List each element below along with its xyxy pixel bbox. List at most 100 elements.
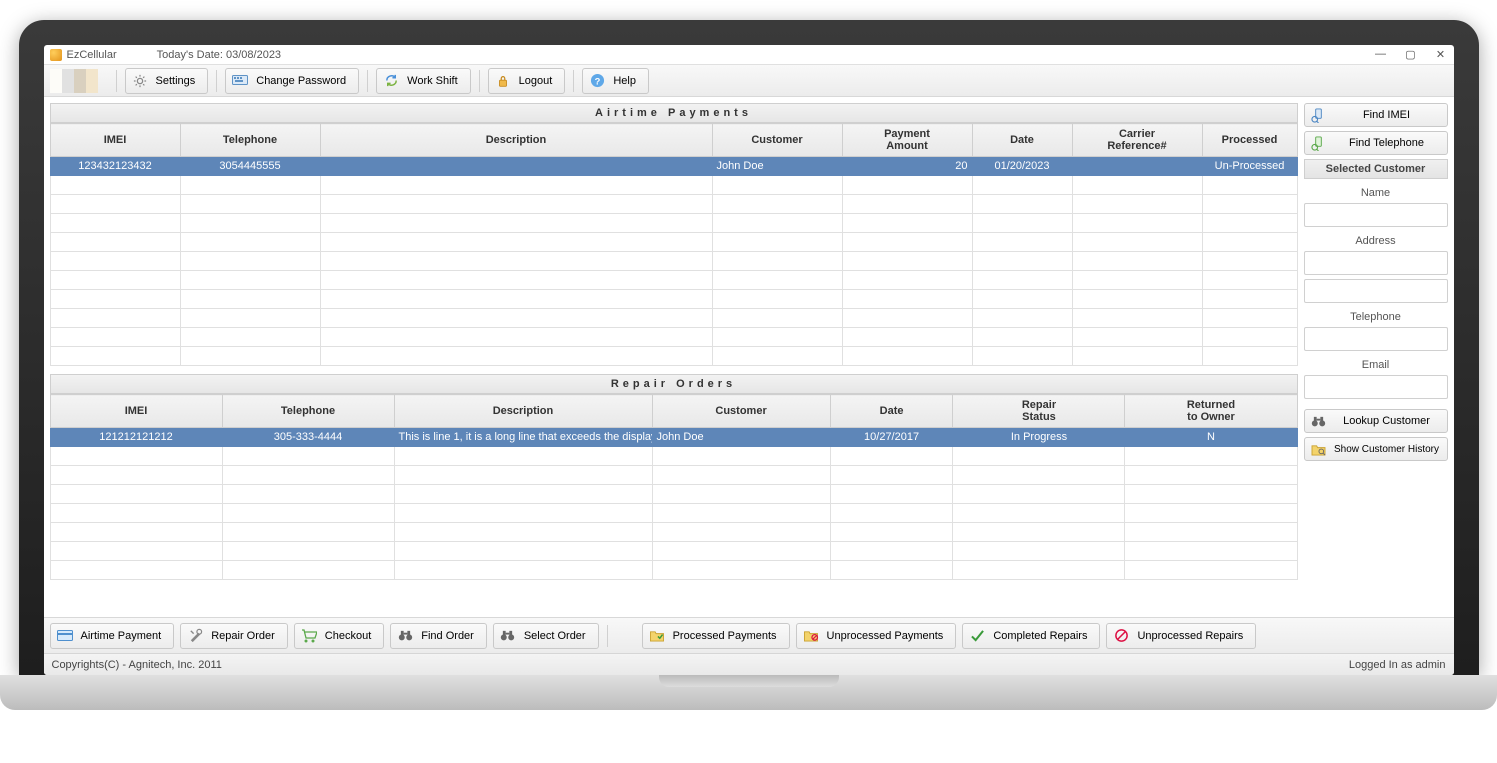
airtime-table[interactable]: IMEI Telephone Description Customer Paym… bbox=[50, 123, 1298, 366]
table-row[interactable] bbox=[50, 504, 1297, 523]
col-description[interactable]: Description bbox=[320, 124, 712, 157]
repair-order-button[interactable]: Repair Order bbox=[180, 623, 288, 649]
col-description[interactable]: Description bbox=[394, 395, 652, 428]
cell-imei: 121212121212 bbox=[50, 428, 222, 447]
col-imei[interactable]: IMEI bbox=[50, 395, 222, 428]
repair-order-label: Repair Order bbox=[211, 630, 275, 642]
cell-date: 01/20/2023 bbox=[972, 157, 1072, 176]
table-row[interactable] bbox=[50, 233, 1297, 252]
find-order-button[interactable]: Find Order bbox=[390, 623, 487, 649]
col-customer[interactable]: Customer bbox=[652, 395, 830, 428]
find-imei-label: Find IMEI bbox=[1333, 109, 1441, 121]
unprocessed-payments-button[interactable]: Unprocessed Payments bbox=[796, 623, 957, 649]
processed-payments-button[interactable]: Processed Payments bbox=[642, 623, 790, 649]
table-row[interactable] bbox=[50, 290, 1297, 309]
cell-imei: 123432123432 bbox=[50, 157, 180, 176]
email-field[interactable] bbox=[1304, 375, 1448, 399]
table-row[interactable] bbox=[50, 328, 1297, 347]
show-history-button[interactable]: Show Customer History bbox=[1304, 437, 1448, 461]
telephone-field[interactable] bbox=[1304, 327, 1448, 351]
cell-description bbox=[320, 157, 712, 176]
refresh-icon bbox=[383, 73, 399, 89]
maximize-button[interactable]: ▢ bbox=[1404, 48, 1418, 61]
work-shift-label: Work Shift bbox=[407, 75, 458, 87]
logout-label: Logout bbox=[519, 75, 553, 87]
change-password-button[interactable]: Change Password bbox=[225, 68, 359, 94]
repair-panel: Repair Orders IMEI Telephone Description… bbox=[50, 374, 1298, 580]
col-carrier-ref[interactable]: CarrierReference# bbox=[1072, 124, 1202, 157]
copyright-text: Copyrights(C) - Agnitech, Inc. 2011 bbox=[52, 659, 222, 671]
find-telephone-button[interactable]: Find Telephone bbox=[1304, 131, 1448, 155]
keyboard-icon bbox=[232, 73, 248, 89]
checkout-button[interactable]: Checkout bbox=[294, 623, 384, 649]
logout-button[interactable]: Logout bbox=[488, 68, 566, 94]
table-row[interactable] bbox=[50, 561, 1297, 580]
select-order-button[interactable]: Select Order bbox=[493, 623, 599, 649]
col-telephone[interactable]: Telephone bbox=[180, 124, 320, 157]
table-row[interactable] bbox=[50, 466, 1297, 485]
airtime-payment-label: Airtime Payment bbox=[81, 630, 162, 642]
processed-payments-label: Processed Payments bbox=[673, 630, 777, 642]
col-telephone[interactable]: Telephone bbox=[222, 395, 394, 428]
cell-processed: Un-Processed bbox=[1202, 157, 1297, 176]
cell-customer: John Doe bbox=[652, 428, 830, 447]
check-icon bbox=[969, 628, 985, 644]
col-date[interactable]: Date bbox=[972, 124, 1072, 157]
address-field-1[interactable] bbox=[1304, 251, 1448, 275]
minimize-button[interactable]: — bbox=[1374, 48, 1388, 61]
airtime-payment-button[interactable]: Airtime Payment bbox=[50, 623, 175, 649]
col-returned[interactable]: Returnedto Owner bbox=[1125, 395, 1297, 428]
logged-in-text: Logged In as admin bbox=[1349, 659, 1446, 671]
unprocessed-payments-label: Unprocessed Payments bbox=[827, 630, 944, 642]
work-shift-button[interactable]: Work Shift bbox=[376, 68, 471, 94]
help-button[interactable]: ? Help bbox=[582, 68, 649, 94]
cell-customer: John Doe bbox=[712, 157, 842, 176]
unprocessed-repairs-label: Unprocessed Repairs bbox=[1137, 630, 1243, 642]
app-title: EzCellular bbox=[67, 49, 117, 61]
search-phone-alt-icon bbox=[1311, 135, 1327, 151]
checkout-label: Checkout bbox=[325, 630, 371, 642]
table-row[interactable] bbox=[50, 523, 1297, 542]
sidebar: Find IMEI Find Telephone Selected Custom… bbox=[1304, 97, 1454, 617]
lock-icon bbox=[495, 73, 511, 89]
settings-button[interactable]: Settings bbox=[125, 68, 209, 94]
statusbar: Copyrights(C) - Agnitech, Inc. 2011 Logg… bbox=[44, 653, 1454, 675]
table-row[interactable] bbox=[50, 447, 1297, 466]
table-row[interactable]: 121212121212 305-333-4444 This is line 1… bbox=[50, 428, 1297, 447]
completed-repairs-button[interactable]: Completed Repairs bbox=[962, 623, 1100, 649]
table-row[interactable] bbox=[50, 347, 1297, 366]
email-label: Email bbox=[1304, 359, 1448, 371]
select-order-label: Select Order bbox=[524, 630, 586, 642]
cart-icon bbox=[301, 628, 317, 644]
col-payment-amount[interactable]: PaymentAmount bbox=[842, 124, 972, 157]
table-row[interactable] bbox=[50, 252, 1297, 271]
table-row[interactable] bbox=[50, 195, 1297, 214]
table-row[interactable] bbox=[50, 214, 1297, 233]
telephone-label: Telephone bbox=[1304, 311, 1448, 323]
completed-repairs-label: Completed Repairs bbox=[993, 630, 1087, 642]
table-row[interactable] bbox=[50, 176, 1297, 195]
address-field-2[interactable] bbox=[1304, 279, 1448, 303]
binoculars-icon bbox=[1311, 413, 1327, 429]
repair-table[interactable]: IMEI Telephone Description Customer Date… bbox=[50, 394, 1298, 580]
name-field[interactable] bbox=[1304, 203, 1448, 227]
find-imei-button[interactable]: Find IMEI bbox=[1304, 103, 1448, 127]
close-button[interactable]: ✕ bbox=[1434, 48, 1448, 61]
binoculars-icon bbox=[397, 628, 413, 644]
folder-block-icon bbox=[803, 628, 819, 644]
col-customer[interactable]: Customer bbox=[712, 124, 842, 157]
name-label: Name bbox=[1304, 187, 1448, 199]
theme-swatches[interactable] bbox=[50, 69, 98, 93]
table-row[interactable] bbox=[50, 309, 1297, 328]
table-row[interactable] bbox=[50, 542, 1297, 561]
lookup-customer-button[interactable]: Lookup Customer bbox=[1304, 409, 1448, 433]
table-row[interactable] bbox=[50, 271, 1297, 290]
table-row[interactable] bbox=[50, 485, 1297, 504]
col-repair-status[interactable]: RepairStatus bbox=[953, 395, 1125, 428]
cell-status: In Progress bbox=[953, 428, 1125, 447]
col-date[interactable]: Date bbox=[830, 395, 953, 428]
col-imei[interactable]: IMEI bbox=[50, 124, 180, 157]
col-processed[interactable]: Processed bbox=[1202, 124, 1297, 157]
unprocessed-repairs-button[interactable]: Unprocessed Repairs bbox=[1106, 623, 1256, 649]
table-row[interactable]: 123432123432 3054445555 John Doe 20 01/2… bbox=[50, 157, 1297, 176]
